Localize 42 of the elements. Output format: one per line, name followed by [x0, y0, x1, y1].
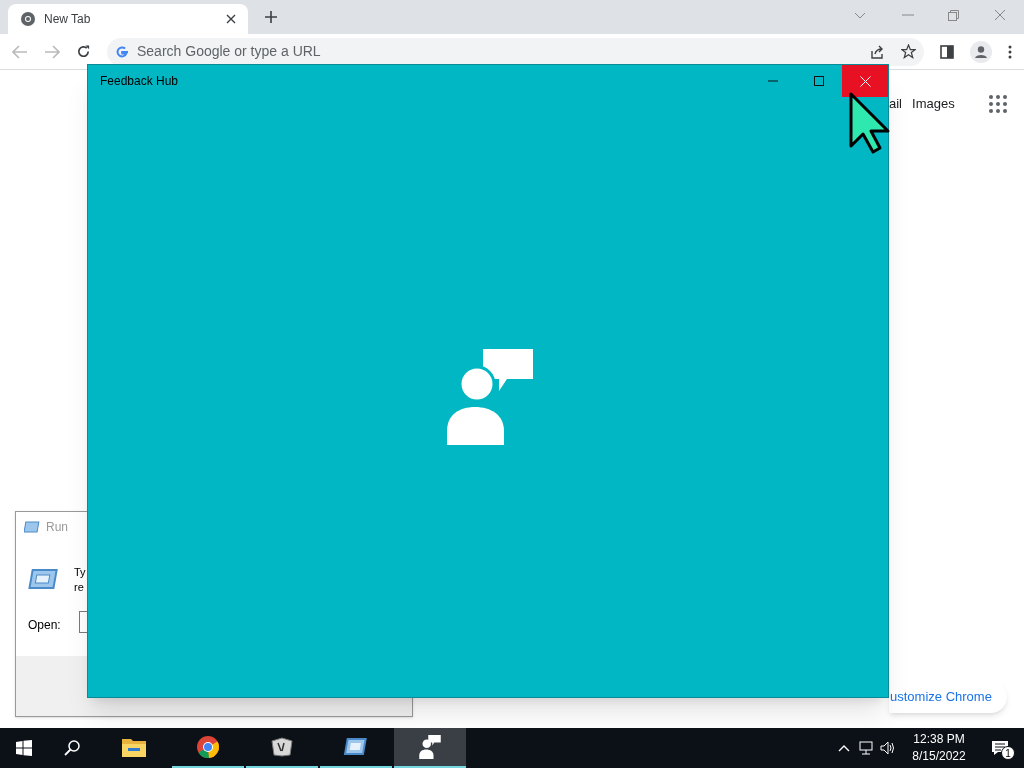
run-icon: [24, 521, 40, 533]
feedback-person-icon: [446, 349, 533, 445]
feedback-person-icon: [418, 735, 442, 759]
apps-grid-icon[interactable]: [988, 94, 1007, 113]
more-icon[interactable]: [1008, 44, 1012, 59]
folder-icon: [122, 737, 146, 757]
taskbar-app[interactable]: [394, 728, 466, 768]
notification-badge: 1: [1001, 746, 1015, 760]
instruction-text: Ty: [74, 565, 86, 580]
minimize-icon: [768, 80, 778, 82]
volume-icon[interactable]: [880, 741, 896, 755]
close-icon: [859, 75, 871, 87]
address-bar[interactable]: Search Google or type a URL: [107, 37, 924, 66]
run-icon: [343, 737, 369, 757]
close-icon[interactable]: [226, 14, 236, 24]
profile-icon[interactable]: [970, 40, 992, 63]
open-label: Open:: [28, 617, 61, 634]
images-link[interactable]: Images: [912, 94, 955, 114]
chrome-icon: [20, 11, 36, 27]
run-icon: [28, 568, 60, 592]
notifications-button[interactable]: 1: [976, 728, 1024, 768]
search-icon: [64, 740, 80, 756]
customize-chrome-button[interactable]: ustomize Chrome: [889, 681, 1007, 713]
share-icon[interactable]: [869, 44, 885, 59]
clock[interactable]: 12:38 PM 8/15/2022: [906, 731, 972, 765]
chrome-icon: [196, 735, 220, 759]
chevron-down-icon[interactable]: [854, 12, 866, 20]
chevron-up-icon[interactable]: [838, 744, 850, 752]
star-icon[interactable]: [901, 44, 916, 59]
network-icon[interactable]: [858, 741, 874, 755]
instruction-text: re: [74, 580, 84, 595]
windows-logo-icon: [16, 740, 32, 756]
restore-icon[interactable]: [948, 10, 959, 21]
reload-icon[interactable]: [76, 44, 91, 59]
side-panel-icon[interactable]: [940, 44, 954, 59]
window-title: Feedback Hub: [100, 73, 180, 90]
new-tab-icon[interactable]: [264, 10, 278, 24]
maximize-icon: [814, 76, 824, 86]
scroll-icon: [270, 737, 294, 757]
open-field[interactable]: [79, 611, 87, 633]
browser-tab[interactable]: New Tab: [8, 4, 248, 34]
google-icon: [115, 44, 129, 59]
